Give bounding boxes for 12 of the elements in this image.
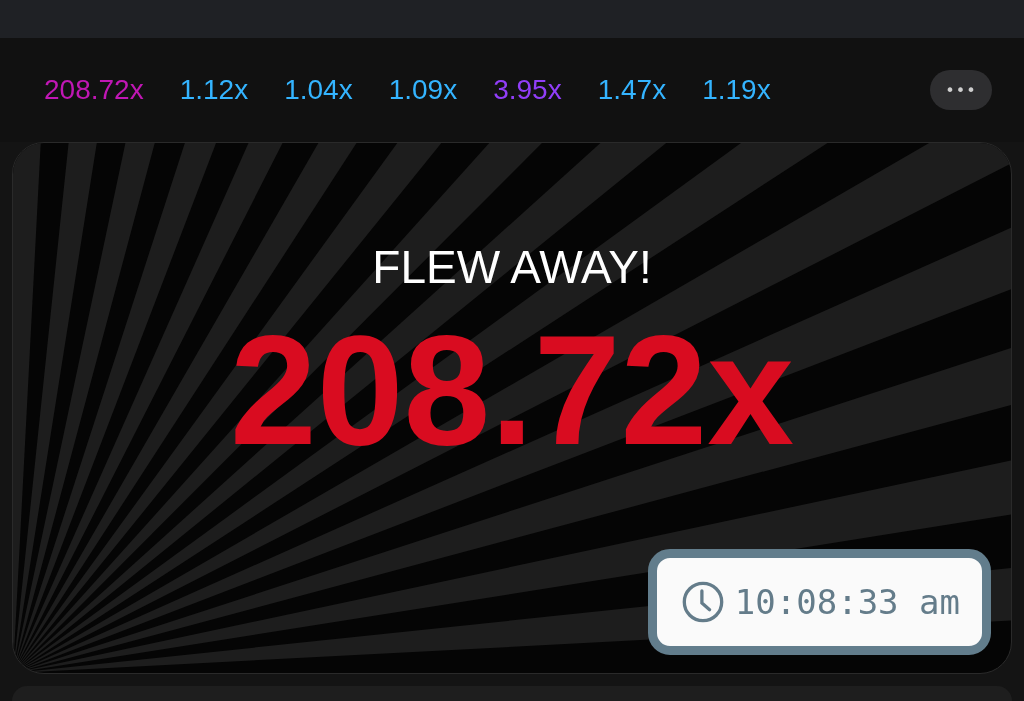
multiplier-value: 1.09x (388, 74, 458, 106)
multiplier-value: 1.12x (179, 74, 249, 106)
multiplier-value: 3.95x (493, 74, 562, 106)
multiplier-value: 1.04x (284, 74, 353, 106)
multiplier-value: 1.19x (702, 74, 771, 106)
multiplier-value: 208.72x (44, 74, 144, 106)
multiplier-text: 208.72x (230, 305, 794, 475)
status-text: FLEW AWAY! (372, 240, 652, 295)
more-button[interactable]: ••• (930, 70, 992, 110)
clock-icon (680, 580, 725, 624)
time-text: 10:08:33 am (734, 582, 960, 622)
multiplier-value: 1.47x (597, 74, 667, 106)
